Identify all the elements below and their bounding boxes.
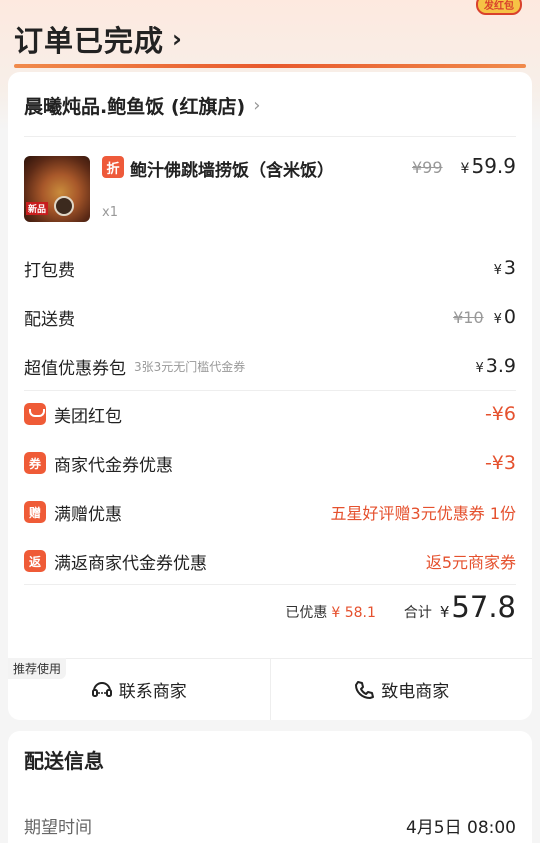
red-packet-icon — [24, 403, 46, 425]
delivery-fee-row: 配送费 ¥10 ¥0 — [24, 305, 516, 330]
expected-time-label: 期望时间 — [24, 818, 92, 838]
total-discount-label: 已优惠 — [285, 605, 328, 621]
contact-merchant-label: 联系商家 — [118, 682, 187, 702]
discount-tag: 折 — [102, 156, 124, 178]
expected-time-value: 4月5日 08:00 — [405, 818, 516, 838]
fee-label: 打包费 — [24, 260, 75, 281]
discount-label: 商家代金券优惠 — [54, 455, 173, 476]
coupon-pack-row[interactable]: 超值优惠券包 3张3元无门槛代金券 ¥3.9 — [24, 354, 517, 379]
dish-image[interactable]: 新品 — [24, 156, 90, 222]
discount-label: 满返商家代金券优惠 — [54, 553, 207, 574]
divider — [24, 584, 516, 585]
new-item-tag: 新品 — [26, 202, 49, 215]
dish-plate-graphic — [54, 196, 74, 216]
order-total: 已优惠 ¥ 58.1 合计 ¥ 57.8 — [285, 590, 516, 624]
currency-symbol: ¥ — [460, 161, 470, 177]
divider — [24, 390, 516, 391]
total-sum-value: 57.8 — [451, 590, 516, 624]
delivery-info-card: 配送信息 期望时间 4月5日 08:00 — [8, 731, 532, 843]
coupon-icon: 券 — [24, 452, 46, 474]
red-packet-badge[interactable]: 发红包 — [476, 0, 522, 15]
original-price: ¥99 — [412, 158, 443, 177]
currency-symbol: ¥ — [475, 361, 484, 376]
discount-label-wrap: 券商家代金券优惠 — [24, 451, 173, 476]
dish-quantity: x1 — [102, 205, 118, 220]
currency-symbol: ¥ — [439, 603, 450, 621]
shop-link[interactable]: 晨曦炖品.鲍鱼饭 (红旗店) › — [24, 92, 260, 119]
discount-label: 满赠优惠 — [54, 504, 122, 525]
call-merchant-button[interactable]: 致电商家 — [269, 659, 533, 720]
gift-icon: 赠 — [24, 501, 46, 523]
original-delivery-fee: ¥10 — [453, 308, 484, 327]
packing-fee-row: 打包费 ¥3 — [24, 256, 516, 281]
divider — [24, 136, 516, 137]
discount-label-wrap: 返满返商家代金券优惠 — [24, 549, 207, 574]
chevron-right-icon: › — [172, 25, 183, 53]
total-discount-value: ¥ 58.1 — [331, 605, 376, 621]
dish-name[interactable]: 鲍汁佛跳墙捞饭（含米饭） — [130, 156, 334, 181]
coupon-pack-label: 超值优惠券包 — [24, 358, 126, 379]
discount-row-coupon: 券商家代金券优惠 -¥3 — [24, 451, 516, 476]
recommend-tag: 推荐使用 — [8, 658, 67, 679]
discount-amount: -¥3 — [484, 452, 516, 474]
discount-amount: 返5元商家券 — [425, 553, 516, 572]
discount-label-wrap: 美团红包 — [24, 402, 122, 427]
fee-value: 0 — [503, 306, 516, 328]
shop-name: 晨曦炖品.鲍鱼饭 (红旗店) — [24, 96, 246, 118]
call-merchant-label: 致电商家 — [381, 682, 450, 702]
phone-icon — [355, 680, 375, 699]
fee-value: 3.9 — [485, 355, 516, 377]
discount-row-gift: 赠满赠优惠 五星好评赠3元优惠券 1份 — [24, 500, 516, 525]
discount-row-return: 返满返商家代金券优惠 返5元商家券 — [24, 549, 516, 574]
dish-price: ¥59.9 — [461, 154, 516, 178]
accent-divider — [14, 64, 526, 68]
order-detail-card: 晨曦炖品.鲍鱼饭 (红旗店) › 新品 折 鲍汁佛跳墙捞饭（含米饭） ¥99 ¥… — [8, 72, 532, 720]
fee-amount: ¥3.9 — [476, 355, 517, 377]
currency-symbol: ¥ — [493, 312, 502, 327]
order-status-label: 订单已完成 — [14, 24, 165, 58]
discount-amount: -¥6 — [484, 403, 516, 425]
fee-label: 超值优惠券包 3张3元无门槛代金券 — [24, 354, 245, 379]
headset-icon — [91, 681, 112, 697]
merchant-action-bar: 联系商家 致电商家 — [8, 658, 532, 720]
fee-amount: ¥3 — [494, 257, 516, 279]
order-status-title[interactable]: 订单已完成 › — [14, 18, 183, 60]
discount-amount: 五星好评赠3元优惠券 1份 — [330, 504, 516, 523]
coupon-pack-description: 3张3元无门槛代金券 — [134, 359, 246, 374]
dish-price-value: 59.9 — [471, 154, 516, 178]
currency-symbol: ¥ — [493, 263, 502, 278]
chevron-right-icon: › — [253, 95, 261, 116]
fee-value: 3 — [503, 257, 516, 279]
expected-time-row: 期望时间 4月5日 08:00 — [24, 813, 516, 838]
delivery-info-title: 配送信息 — [24, 749, 104, 773]
discount-label-wrap: 赠满赠优惠 — [24, 500, 122, 525]
fee-amount: ¥10 ¥0 — [453, 306, 516, 328]
fee-label: 配送费 — [24, 309, 75, 330]
discount-label: 美团红包 — [54, 406, 122, 427]
return-icon: 返 — [24, 550, 46, 572]
total-sum-label: 合计 — [403, 605, 432, 621]
discount-row-red-packet: 美团红包 -¥6 — [24, 402, 516, 427]
